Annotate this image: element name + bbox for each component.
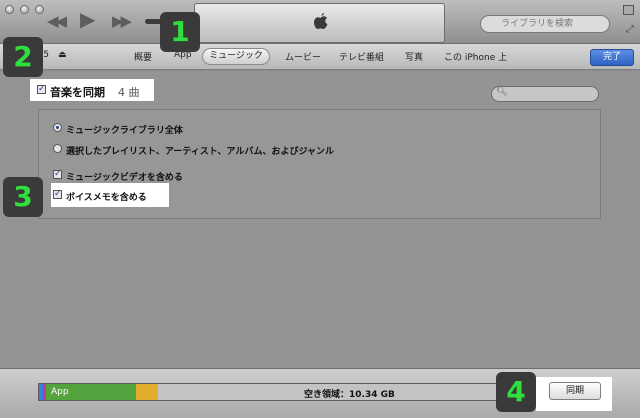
capacity-segment-other — [136, 384, 158, 400]
tab-on-iphone[interactable]: この iPhone 上 — [444, 50, 507, 63]
apple-logo-icon — [314, 13, 328, 29]
capacity-bar: App 空き領域：10.34 GB — [38, 383, 543, 401]
sync-music-label: 音楽を同期 — [50, 86, 105, 99]
tab-movies[interactable]: ムービー — [285, 50, 321, 63]
include-voice-memos-checkbox[interactable]: ✓ — [53, 190, 62, 199]
callout-4: 4 — [496, 372, 536, 412]
play-icon[interactable]: ▶ — [80, 9, 95, 29]
callout-2: 2 — [3, 37, 43, 77]
callout-1: 1 — [160, 12, 200, 52]
selected-items-label: 選択したプレイリスト、アーティスト、アルバム、およびジャンル — [66, 147, 335, 157]
tab-tv-shows[interactable]: テレビ番組 — [339, 50, 384, 63]
song-count: 4 曲 — [118, 86, 140, 99]
sync-music-checkbox[interactable]: ✓ — [37, 85, 46, 94]
tab-photos[interactable]: 写真 — [405, 50, 423, 63]
include-music-videos-checkbox[interactable]: ✓ — [53, 170, 62, 179]
fullscreen-icon[interactable]: ⤢ — [626, 24, 634, 35]
zoom-window-button[interactable] — [35, 5, 44, 14]
selected-items-radio[interactable] — [53, 144, 62, 153]
tab-summary[interactable]: 概要 — [134, 50, 152, 63]
minimize-window-button[interactable] — [20, 5, 29, 14]
title-bar: ◀◀ ▶ ▶▶ 🔍︎ ライブラリを検索 ⤢ — [0, 0, 640, 44]
entire-library-radio[interactable] — [53, 123, 62, 132]
previous-track-icon[interactable]: ◀◀ — [47, 11, 67, 31]
entire-library-label: ミュージックライブラリ全体 — [66, 126, 183, 136]
include-music-videos-label: ミュージックビデオを含める — [66, 173, 183, 183]
sync-button[interactable]: 同期 — [549, 382, 601, 400]
next-track-icon[interactable]: ▶▶ — [112, 11, 132, 31]
search-icon: 🔍︎ — [496, 87, 508, 97]
close-window-button[interactable] — [5, 5, 14, 14]
capacity-bar-area: App 空き領域：10.34 GB 同期 — [0, 368, 640, 418]
tab-music[interactable]: ミュージック — [202, 48, 270, 65]
library-search-input[interactable]: ライブラリを検索 — [480, 15, 610, 33]
music-settings-pane: ✓ 音楽を同期 4 曲 🔍︎ ミュージックライブラリ全体 選択したプレイリスト、… — [0, 71, 640, 368]
eject-icon[interactable]: ⏏ — [58, 50, 67, 60]
callout-3: 3 — [3, 177, 43, 217]
capacity-app-label: App — [51, 387, 69, 397]
device-tab-bar: iPhone 5 ⏏ 概要 App ミュージック ムービー テレビ番組 写真 こ… — [0, 44, 640, 70]
include-voice-memos-label: ボイスメモを含める — [66, 193, 147, 203]
miniplayer-icon[interactable] — [623, 5, 634, 15]
status-display — [194, 3, 445, 43]
done-button[interactable]: 完了 — [590, 49, 634, 66]
free-space-label: 空き領域：10.34 GB — [304, 390, 395, 400]
